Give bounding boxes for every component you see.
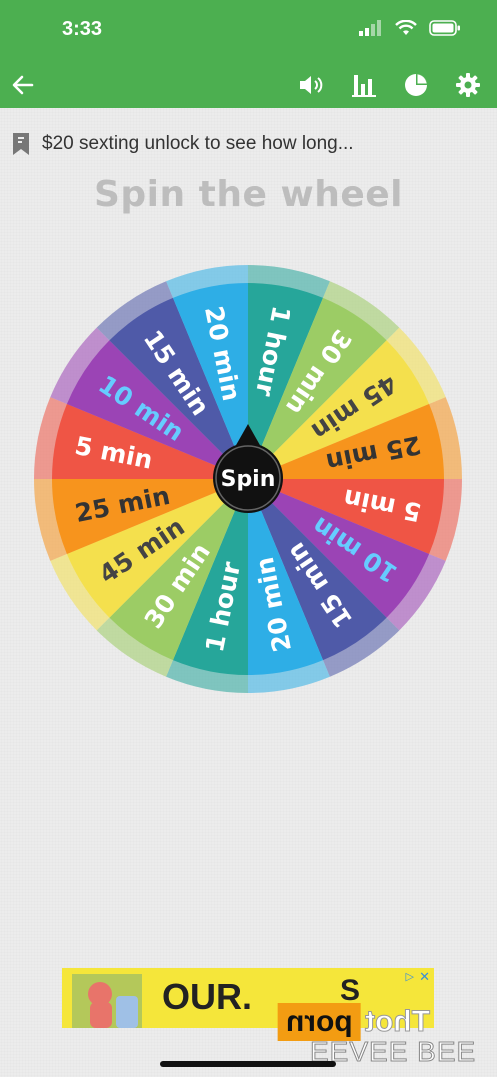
ad-image: [72, 974, 142, 1028]
bar-chart-icon: [352, 75, 376, 97]
bookmark-icon: [13, 133, 29, 155]
ad-close-icon[interactable]: ✕: [419, 970, 430, 985]
cellular-signal-icon: [359, 20, 381, 36]
arrow-left-icon: [12, 75, 34, 95]
results-button[interactable]: [349, 70, 379, 100]
wifi-icon: [395, 20, 417, 35]
home-indicator: [160, 1061, 336, 1067]
ad-text: OUR.: [162, 976, 252, 1017]
status-time: 3:33: [62, 18, 103, 40]
volume-icon: [300, 76, 323, 94]
page-heading: Spin the wheel: [93, 174, 404, 215]
spin-label: Spin: [221, 467, 276, 492]
pie-chart-icon: [405, 74, 427, 96]
battery-icon: [429, 20, 460, 36]
app-toolbar: [0, 62, 497, 108]
spin-wheel[interactable]: 1 hour30 min45 min25 min5 min10 min15 mi…: [25, 256, 471, 702]
back-button[interactable]: [8, 70, 38, 100]
gear-icon: [456, 73, 480, 97]
wheel-title: $20 sexting unlock to see how long...: [42, 133, 354, 154]
chart-button[interactable]: [401, 70, 431, 100]
wheel-title-row[interactable]: $20 sexting unlock to see how long...: [10, 128, 490, 160]
status-icons: [359, 20, 461, 36]
watermark-text: Thot: [364, 1005, 430, 1039]
sound-button[interactable]: [297, 70, 327, 100]
settings-button[interactable]: [453, 70, 483, 100]
status-bar: 3:33: [0, 0, 497, 62]
ad-choices-icon[interactable]: ▷: [406, 970, 414, 983]
